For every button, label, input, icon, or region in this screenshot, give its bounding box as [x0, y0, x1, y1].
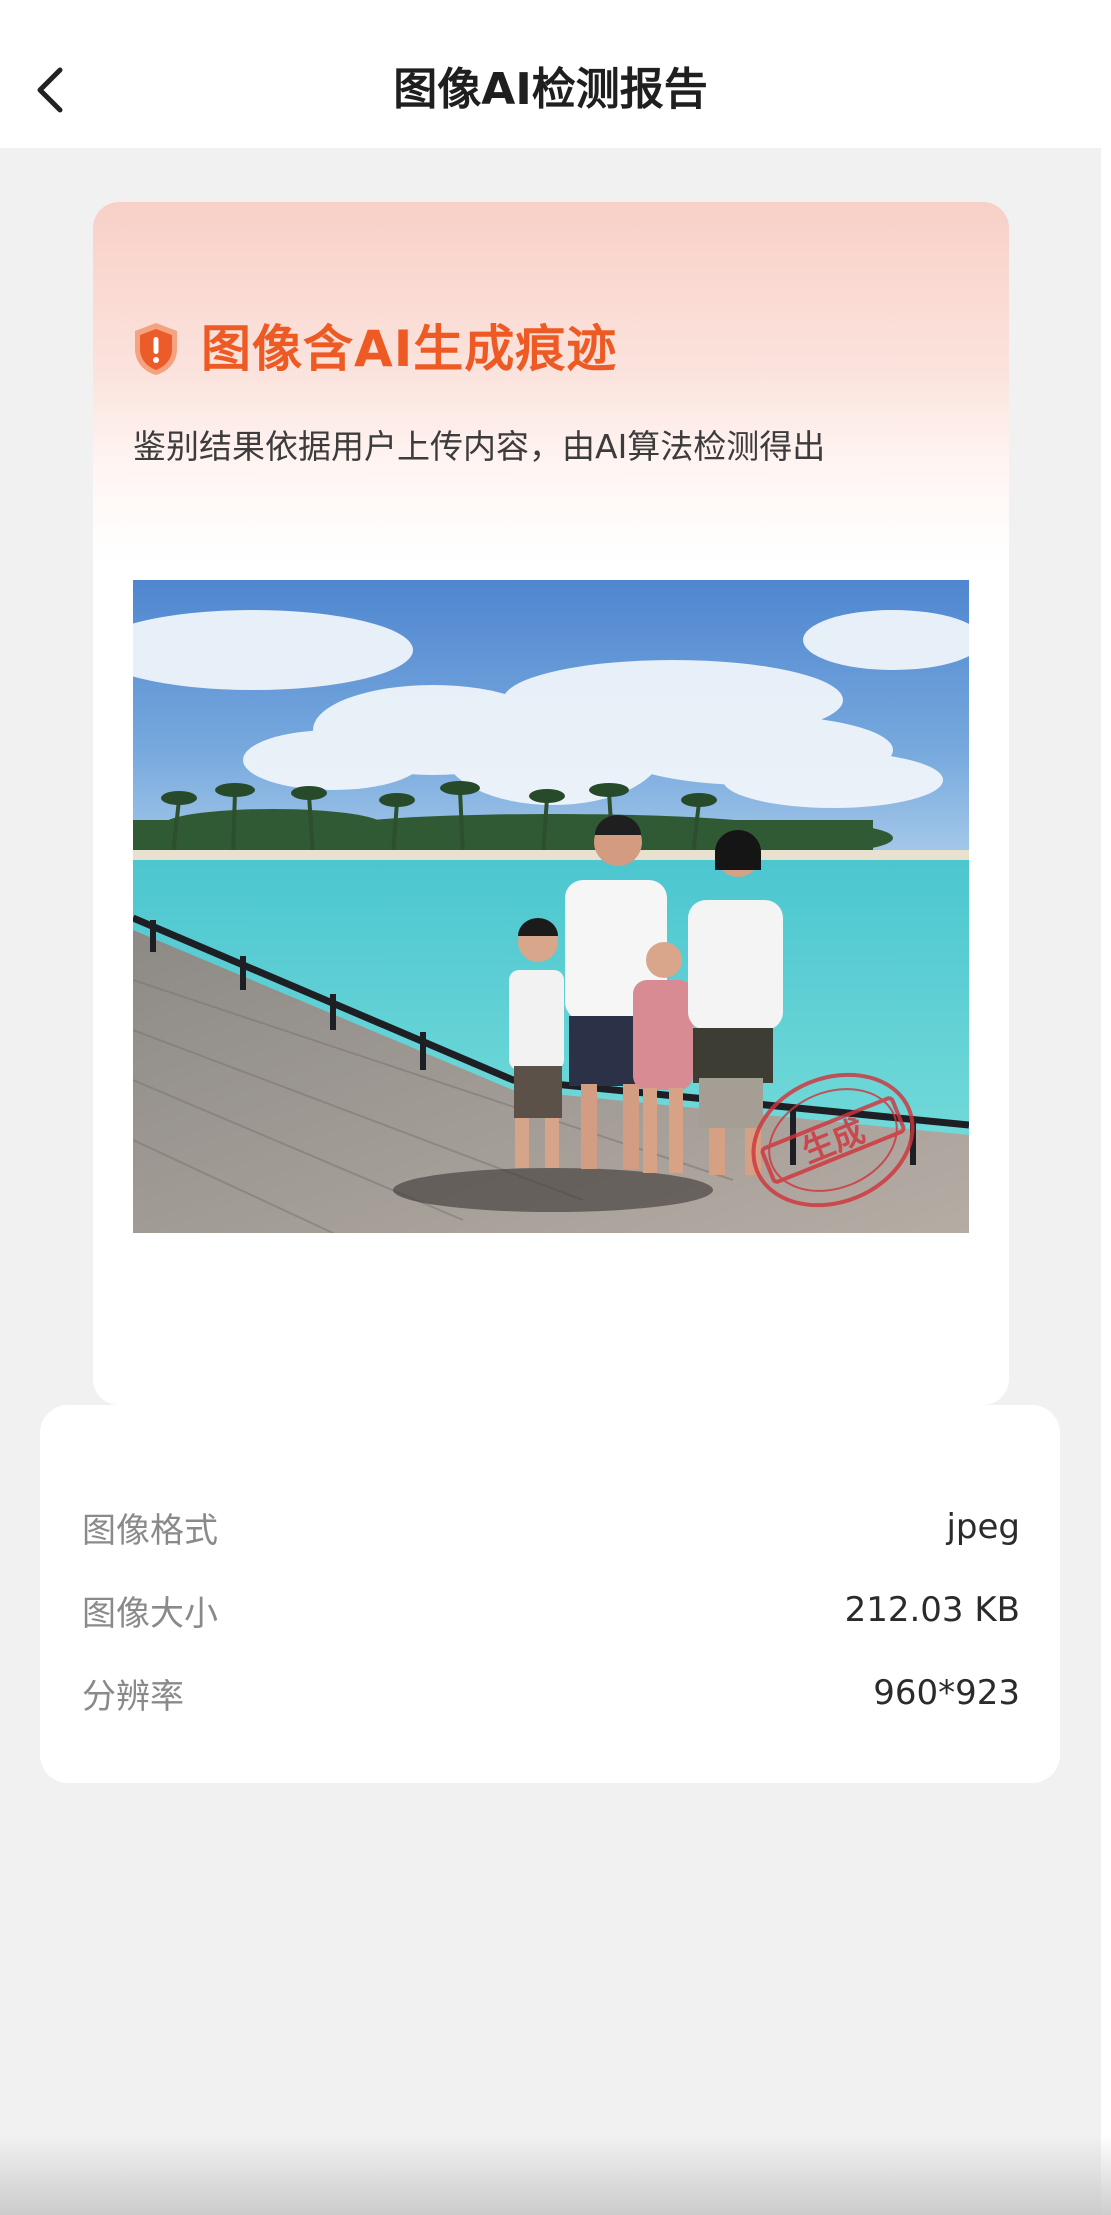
info-row-resolution: 分辨率 960*923: [82, 1663, 1020, 1723]
result-subtitle: 鉴别结果依据用户上传内容，由AI算法检测得出: [133, 427, 826, 466]
result-row: 图像含AI生成痕迹: [131, 314, 617, 384]
right-edge: [1101, 0, 1111, 2215]
info-value: 960*923: [873, 1673, 1020, 1713]
info-row-format: 图像格式 jpeg: [82, 1497, 1020, 1557]
uploaded-photo: 生成: [133, 580, 969, 1233]
top-bar: 图像AI检测报告: [0, 0, 1101, 148]
info-label: 图像格式: [82, 1510, 218, 1551]
info-value: 212.03 KB: [844, 1590, 1020, 1630]
image-info-card: 图像格式 jpeg 图像大小 212.03 KB 分辨率 960*923: [40, 1405, 1060, 1783]
shield-alert-icon: [135, 323, 177, 375]
info-label: 图像大小: [82, 1593, 218, 1634]
info-row-size: 图像大小 212.03 KB: [82, 1580, 1020, 1640]
report-card: 图像含AI生成痕迹 鉴别结果依据用户上传内容，由AI算法检测得出 生成: [93, 202, 1009, 1405]
page-title: 图像AI检测报告: [393, 64, 708, 115]
result-title: 图像含AI生成痕迹: [201, 320, 618, 378]
bottom-shade: [0, 2135, 1111, 2215]
info-label: 分辨率: [82, 1676, 184, 1717]
info-value: jpeg: [946, 1507, 1020, 1547]
